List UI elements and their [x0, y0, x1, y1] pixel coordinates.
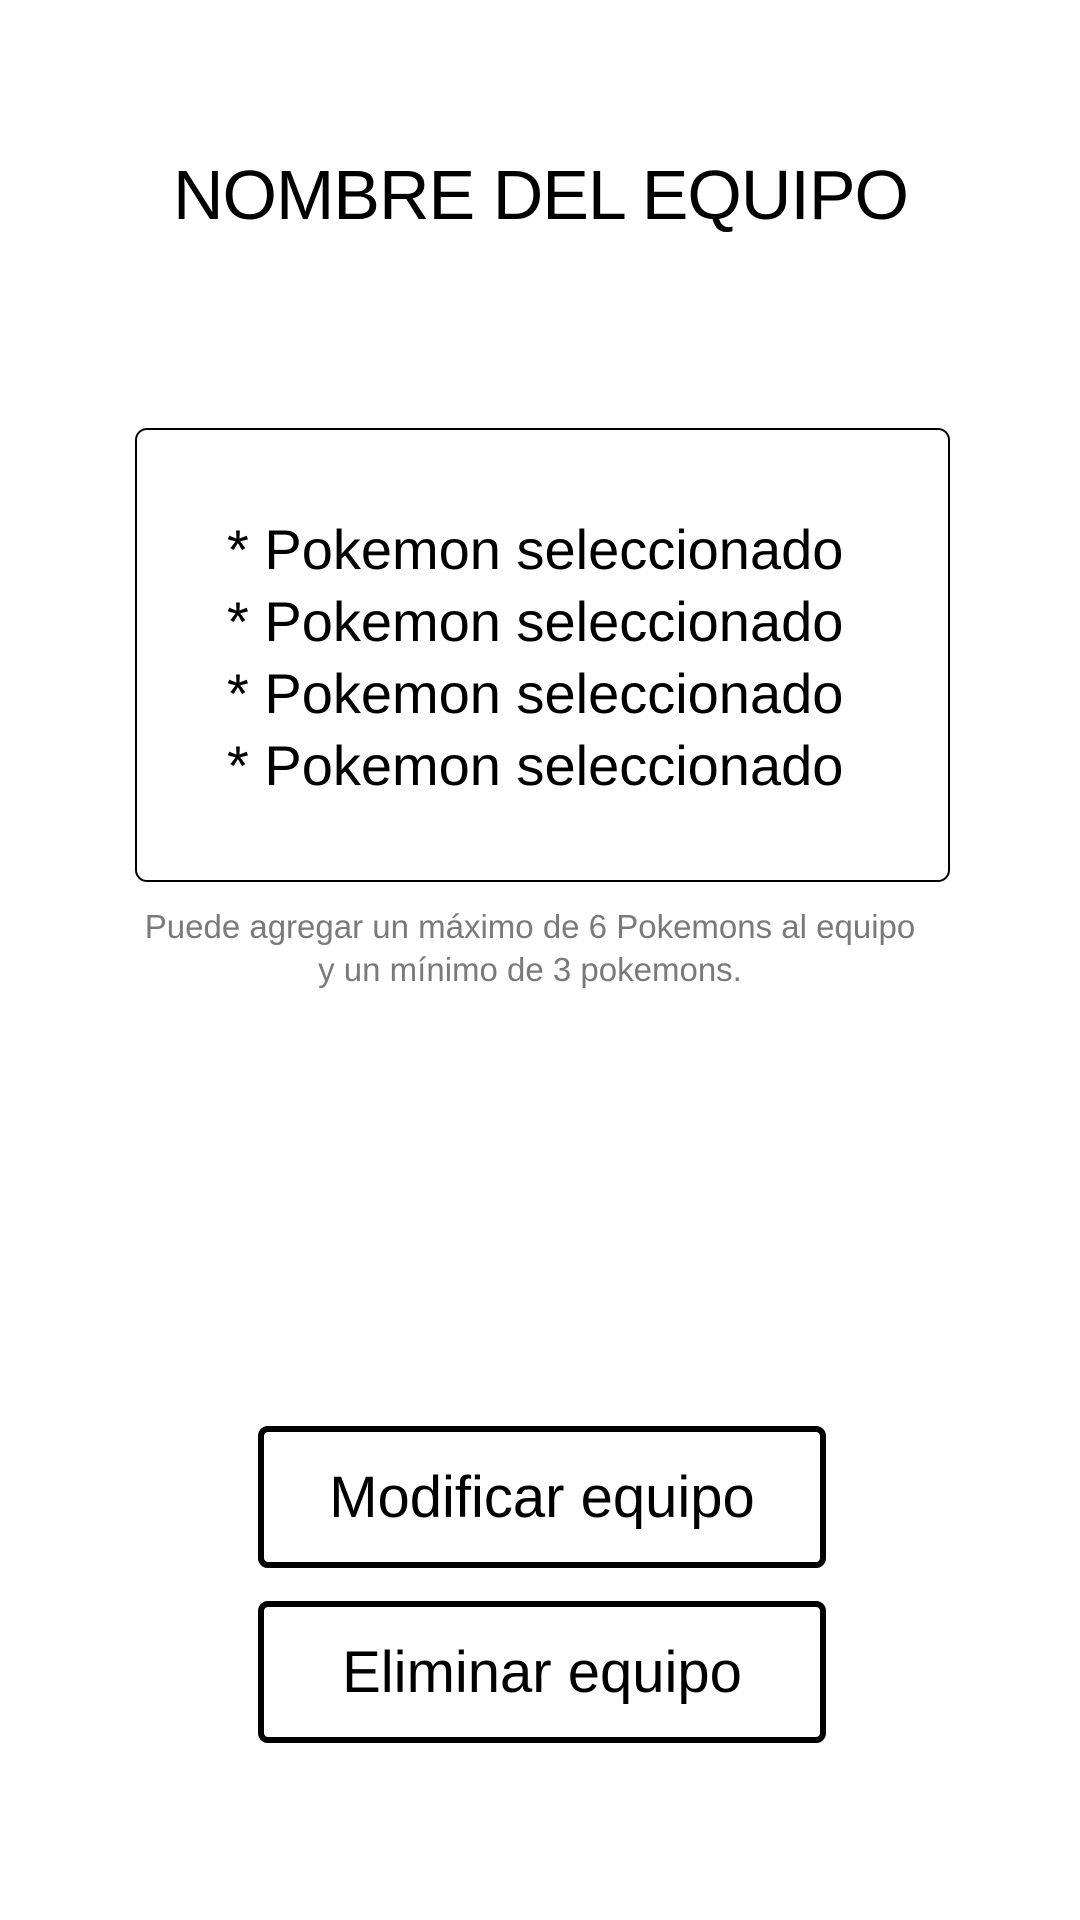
list-item: * Pokemon seleccionado: [227, 734, 844, 797]
hint-line-1: Puede agregar un máximo de 6 Pokemons al…: [144, 908, 916, 945]
list-item: * Pokemon seleccionado: [227, 662, 844, 725]
list-item: * Pokemon seleccionado: [227, 518, 844, 581]
team-size-hint: Puede agregar un máximo de 6 Pokemons al…: [130, 905, 930, 991]
selected-pokemon-list: * Pokemon seleccionado * Pokemon selecci…: [227, 514, 843, 802]
list-item: * Pokemon seleccionado: [227, 590, 844, 653]
selected-pokemon-box: * Pokemon seleccionado * Pokemon selecci…: [135, 428, 950, 882]
team-name-title: NOMBRE DEL EQUIPO: [173, 156, 909, 234]
hint-line-2: y un mínimo de 3 pokemons.: [318, 951, 742, 988]
modify-team-button[interactable]: Modificar equipo: [258, 1426, 826, 1568]
delete-team-button[interactable]: Eliminar equipo: [258, 1601, 826, 1743]
